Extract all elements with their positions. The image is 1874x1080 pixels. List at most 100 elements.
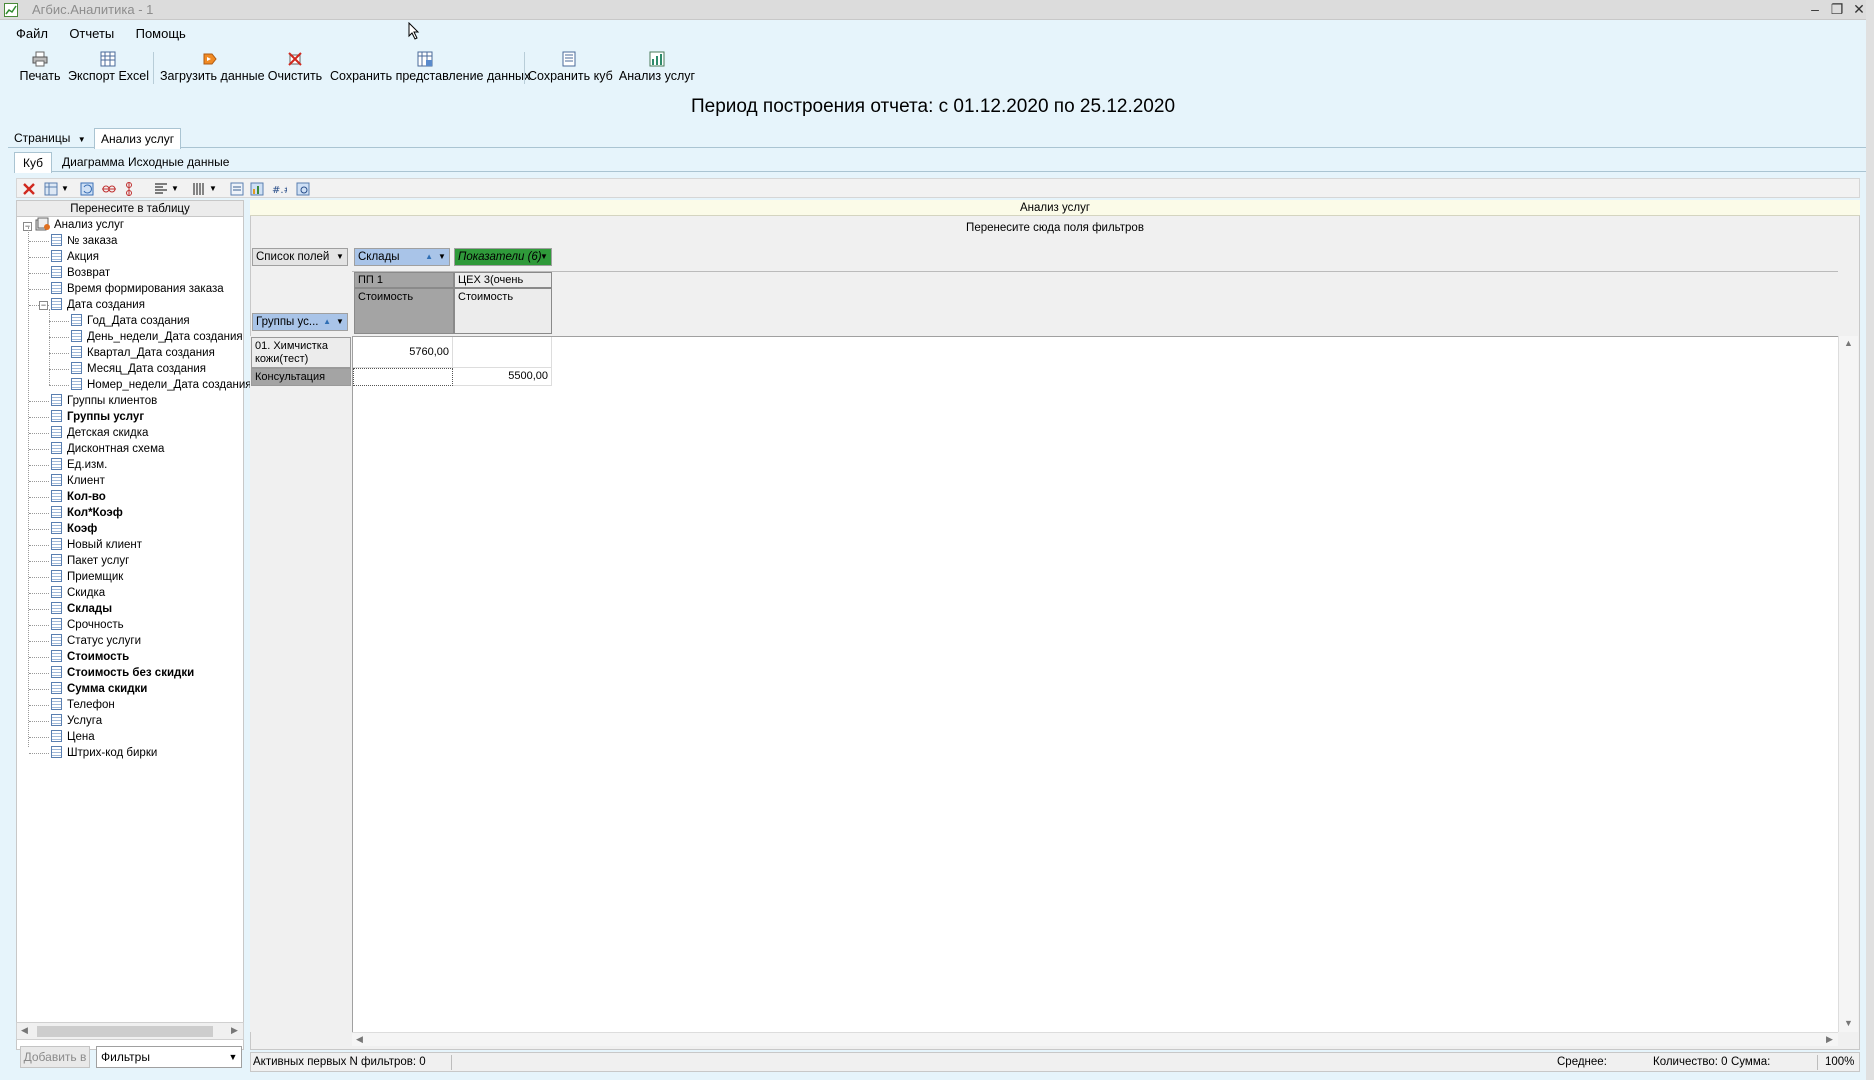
column-header-warehouse-1[interactable]: ПП 1 <box>354 272 454 288</box>
add-target-select[interactable]: Фильтры ▼ <box>96 1046 242 1068</box>
field-item[interactable]: Кол*Коэф <box>51 505 123 521</box>
grid-hscrollbar[interactable]: ◀ ▶ <box>352 1032 1838 1046</box>
field-item[interactable]: День_недели_Дата создания <box>71 329 243 345</box>
field-item[interactable]: Дисконтная схема <box>51 441 164 457</box>
filter-drop-zone[interactable]: Перенесите сюда поля фильтров <box>250 222 1860 234</box>
field-item[interactable]: Возврат <box>51 265 110 281</box>
totals-icon[interactable] <box>229 181 245 197</box>
field-item[interactable]: Сумма скидки <box>51 681 147 697</box>
header-divider <box>352 271 1838 272</box>
field-item[interactable]: Скидка <box>51 585 105 601</box>
chart-toggle-icon[interactable] <box>249 181 265 197</box>
save-cube-button[interactable]: Сохранить куб <box>528 48 613 88</box>
tab-service-analysis[interactable]: Анализ услуг <box>94 128 182 149</box>
field-item[interactable]: Квартал_Дата создания <box>71 345 215 361</box>
data-grid <box>352 336 1838 1032</box>
delete-icon[interactable] <box>21 181 37 197</box>
row-header-1[interactable]: 01. Химчистка кожи(тест) <box>251 337 351 368</box>
data-cell[interactable] <box>453 337 552 368</box>
columns-icon[interactable] <box>191 181 207 197</box>
save-view-icon <box>417 51 433 67</box>
save-view-button[interactable]: Сохранить представление данных <box>330 48 530 88</box>
row-header-2[interactable]: Консультация <box>251 368 351 386</box>
export-excel-button[interactable]: Экспорт Excel <box>68 48 149 88</box>
field-item[interactable]: Пакет услуг <box>51 553 129 569</box>
minimize-button[interactable]: – <box>1804 0 1826 20</box>
field-item[interactable]: Телефон <box>51 697 115 713</box>
row-field-service-groups[interactable]: Группы ус... ▲ ▼ <box>252 313 348 331</box>
field-item-label: Дисконтная схема <box>67 443 165 455</box>
menu-file[interactable]: Файл <box>16 24 48 44</box>
scroll-left-icon[interactable]: ◀ <box>21 1025 28 1036</box>
tree-branch-line <box>29 721 49 722</box>
number-format-icon[interactable]: #.# <box>271 181 287 197</box>
field-list-button[interactable]: Список полей ▼ <box>252 248 348 266</box>
grid-vscrollbar[interactable]: ▲ ▼ <box>1838 336 1858 1032</box>
save-cube-label: Сохранить куб <box>528 69 613 83</box>
split-icon[interactable] <box>121 181 137 197</box>
strike-icon[interactable] <box>101 181 117 197</box>
scroll-right-icon[interactable]: ▶ <box>231 1025 238 1036</box>
field-item[interactable]: Услуга <box>51 713 102 729</box>
field-item[interactable]: Акция <box>51 249 99 265</box>
data-cell[interactable]: 5760,00 <box>353 337 453 368</box>
field-item[interactable]: Коэф <box>51 521 97 537</box>
restore-button[interactable]: ❐ <box>1826 0 1848 20</box>
tab-cube[interactable]: Куб <box>14 152 52 173</box>
field-item[interactable]: Дата создания <box>51 297 145 313</box>
field-item[interactable]: Новый клиент <box>51 537 142 553</box>
field-item[interactable]: Цена <box>51 729 95 745</box>
menu-help[interactable]: Помощь <box>136 24 186 44</box>
column-header-warehouse-2[interactable]: ЦЕХ 3(очень <box>454 272 552 288</box>
align-icon[interactable] <box>153 181 169 197</box>
field-item[interactable]: Группы услуг <box>51 409 144 425</box>
tree-root[interactable]: Анализ услуг <box>35 217 124 233</box>
tree-branch-line <box>49 321 69 322</box>
field-item[interactable]: Склады <box>51 601 112 617</box>
field-item[interactable]: Стоимость <box>51 649 129 665</box>
settings-icon[interactable] <box>295 181 311 197</box>
field-item[interactable]: Приемщик <box>51 569 123 585</box>
column-header-measure-2[interactable]: Стоимость <box>454 288 552 334</box>
field-item[interactable]: Группы клиентов <box>51 393 157 409</box>
refresh-icon[interactable] <box>79 181 95 197</box>
field-item[interactable]: Кол-во <box>51 489 106 505</box>
field-item[interactable]: Ед.изм. <box>51 457 107 473</box>
print-button[interactable]: Печать <box>18 48 62 88</box>
scroll-up-icon[interactable]: ▲ <box>1844 338 1853 348</box>
layout-icon[interactable] <box>43 181 59 197</box>
chevron-down-icon[interactable]: ▼ <box>209 181 225 197</box>
field-item[interactable]: Детская скидка <box>51 425 148 441</box>
field-item[interactable]: Время формирования заказа <box>51 281 224 297</box>
measures-button[interactable]: Показатели (6) ▼ <box>454 248 552 266</box>
service-analysis-button[interactable]: Анализ услуг <box>616 48 698 88</box>
scroll-down-icon[interactable]: ▼ <box>1844 1018 1853 1028</box>
chevron-down-icon[interactable]: ▼ <box>61 181 77 197</box>
column-field-warehouses[interactable]: Склады ▲ ▼ <box>354 248 450 266</box>
field-item[interactable]: Стоимость без скидки <box>51 665 194 681</box>
collapse-toggle[interactable]: − <box>39 301 48 310</box>
field-list-hscrollbar[interactable]: ◀ ▶ <box>16 1022 244 1040</box>
column-header-measure-1[interactable]: Стоимость <box>354 288 454 334</box>
field-item[interactable]: № заказа <box>51 233 117 249</box>
field-item[interactable]: Номер_недели_Дата создания <box>71 377 251 393</box>
scroll-right-icon[interactable]: ▶ <box>1826 1034 1833 1045</box>
field-item[interactable]: Статус услуги <box>51 633 141 649</box>
field-item[interactable]: Клиент <box>51 473 105 489</box>
field-item[interactable]: Месяц_Дата создания <box>71 361 206 377</box>
menu-reports[interactable]: Отчеты <box>69 24 114 44</box>
scroll-left-icon[interactable]: ◀ <box>356 1034 363 1045</box>
field-item[interactable]: Год_Дата создания <box>71 313 190 329</box>
chevron-down-icon[interactable]: ▼ <box>171 181 187 197</box>
tab-source-data[interactable]: Исходные данные <box>120 152 237 172</box>
load-data-button[interactable]: Загрузить данные <box>160 48 265 88</box>
clear-button[interactable]: Очистить <box>266 48 324 88</box>
pages-dropdown[interactable]: Страницы ▼ <box>8 128 92 148</box>
data-cell-focused[interactable] <box>353 368 453 386</box>
add-to-button[interactable]: Добавить в <box>20 1046 90 1068</box>
tree-branch-line <box>29 705 49 706</box>
data-cell[interactable]: 5500,00 <box>453 368 552 386</box>
field-item[interactable]: Срочность <box>51 617 124 633</box>
scroll-thumb[interactable] <box>37 1026 213 1037</box>
field-item[interactable]: Штрих-код бирки <box>51 745 157 761</box>
